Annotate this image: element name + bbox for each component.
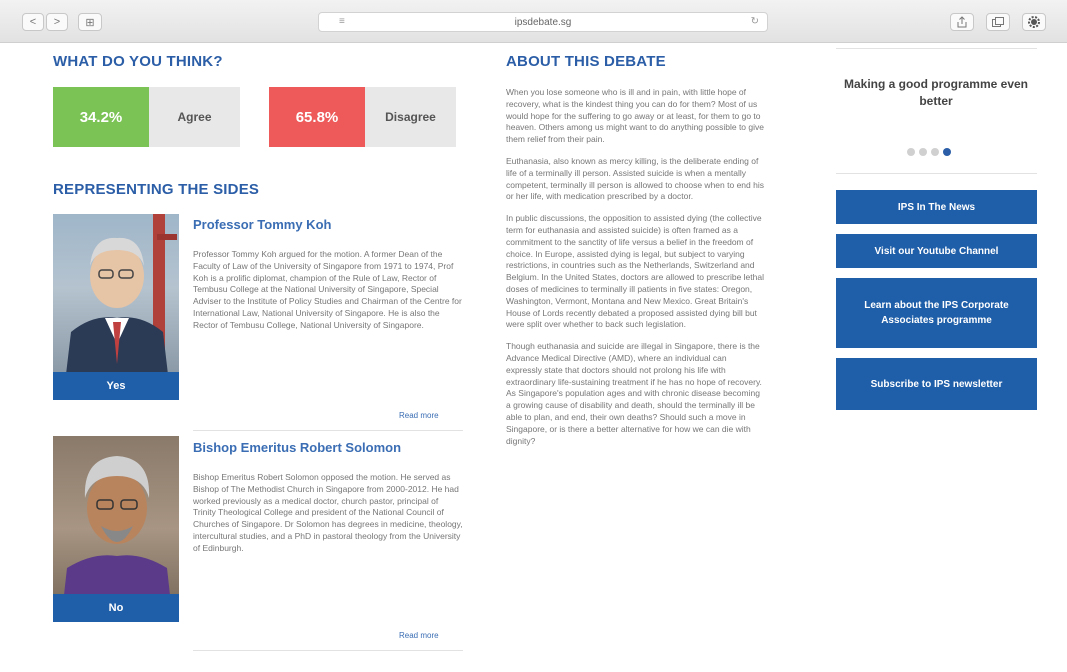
read-more-link-koh[interactable]: Read more xyxy=(399,411,439,420)
corporate-associates-button[interactable]: Learn about the IPS Corporate Associates… xyxy=(836,278,1037,348)
disagree-percentage: 65.8% xyxy=(269,87,365,147)
reload-icon[interactable]: ↻ xyxy=(751,16,759,27)
stance-badge-no: No xyxy=(53,594,179,622)
ips-in-the-news-button[interactable]: IPS In The News xyxy=(836,190,1037,224)
share-button[interactable] xyxy=(950,13,974,31)
read-more-link-solomon[interactable]: Read more xyxy=(399,631,439,640)
disagree-label: Disagree xyxy=(385,110,436,124)
reader-icon[interactable]: ≡ xyxy=(339,16,345,27)
carousel-bottom-divider xyxy=(836,173,1037,174)
divider xyxy=(193,430,463,431)
divider xyxy=(193,650,463,651)
carousel-top-divider xyxy=(836,48,1037,49)
about-paragraph: When you lose someone who is ill and in … xyxy=(506,87,764,145)
youtube-channel-button[interactable]: Visit our Youtube Channel xyxy=(836,234,1037,268)
profile-name-koh[interactable]: Professor Tommy Koh xyxy=(193,217,331,232)
profile-name-solomon[interactable]: Bishop Emeritus Robert Solomon xyxy=(193,440,401,455)
back-button[interactable]: < xyxy=(22,13,44,31)
gear-icon xyxy=(1028,16,1040,28)
sidebar-toggle-button[interactable]: ⊞ xyxy=(78,13,102,31)
profile-bio-koh: Professor Tommy Koh argued for the motio… xyxy=(193,249,462,330)
about-text: When you lose someone who is ill and in … xyxy=(506,87,764,457)
forward-button[interactable]: > xyxy=(46,13,68,31)
profile-photo-koh: Yes xyxy=(53,214,179,400)
stance-badge-yes: Yes xyxy=(53,372,179,400)
extensions-button[interactable] xyxy=(1022,13,1046,31)
carousel-slide-title: Making a good programme even better xyxy=(843,77,1029,108)
agree-label: Agree xyxy=(177,110,212,124)
tabs-icon xyxy=(992,17,1004,27)
agree-percentage: 34.2% xyxy=(53,87,149,147)
about-paragraph: In public discussions, the opposition to… xyxy=(506,213,764,330)
subscribe-newsletter-button[interactable]: Subscribe to IPS newsletter xyxy=(836,358,1037,410)
sides-heading: REPRESENTING THE SIDES xyxy=(53,181,260,198)
about-paragraph: Though euthanasia and suicide are illega… xyxy=(506,341,762,446)
disagree-vote-button[interactable]: 65.8% Disagree xyxy=(269,87,456,147)
share-icon xyxy=(957,16,967,28)
about-paragraph: Euthanasia, also known as mercy killing,… xyxy=(506,155,764,202)
page-content: WHAT DO YOU THINK? 34.2% Agree 65.8% Dis… xyxy=(0,42,1067,672)
carousel-dot[interactable] xyxy=(931,148,939,156)
about-heading: ABOUT THIS DEBATE xyxy=(506,53,666,70)
carousel-dot-active[interactable] xyxy=(943,148,951,156)
profile-bio-solomon: Bishop Emeritus Robert Solomon opposed t… xyxy=(193,472,463,553)
address-bar[interactable]: ≡ ipsdebate.sg ↻ xyxy=(318,12,768,32)
carousel-dot[interactable] xyxy=(907,148,915,156)
carousel-dot[interactable] xyxy=(919,148,927,156)
profile-photo-solomon: No xyxy=(53,436,179,622)
carousel-dots xyxy=(907,148,951,156)
tabs-button[interactable] xyxy=(986,13,1010,31)
agree-vote-button[interactable]: 34.2% Agree xyxy=(53,87,240,147)
browser-toolbar: < > ⊞ ≡ ipsdebate.sg ↻ xyxy=(0,0,1067,43)
vote-heading: WHAT DO YOU THINK? xyxy=(53,53,223,70)
url-text: ipsdebate.sg xyxy=(514,16,572,28)
